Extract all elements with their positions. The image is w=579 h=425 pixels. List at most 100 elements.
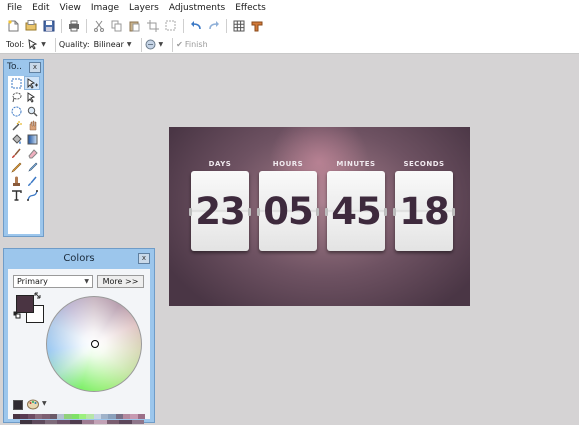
palette-swatch[interactable] bbox=[20, 420, 33, 424]
open-icon[interactable] bbox=[25, 20, 37, 32]
grid-icon[interactable] bbox=[233, 20, 245, 32]
palette-row bbox=[13, 414, 145, 419]
toolbar-divider bbox=[140, 37, 142, 52]
palette-swatch[interactable] bbox=[34, 414, 43, 419]
toolbar-divider bbox=[172, 37, 174, 52]
colors-window: Colors x Primary ▼ More >> ▼ bbox=[3, 248, 155, 424]
magic-wand-icon[interactable] bbox=[8, 118, 24, 132]
palette-swatch[interactable] bbox=[57, 420, 70, 424]
palette-swatch[interactable] bbox=[130, 414, 138, 419]
colors-close-button[interactable]: x bbox=[138, 253, 150, 264]
hours-card: 05 bbox=[257, 171, 319, 251]
palette-swatch[interactable] bbox=[106, 420, 120, 424]
move-selection-icon[interactable] bbox=[24, 90, 40, 104]
primary-color-swatch[interactable] bbox=[16, 295, 34, 313]
toolbar-divider bbox=[226, 19, 227, 33]
tools-close-button[interactable]: x bbox=[29, 61, 41, 73]
blend-mode-icon bbox=[145, 39, 156, 50]
pan-icon[interactable] bbox=[24, 118, 40, 132]
palette-swatch[interactable] bbox=[71, 414, 79, 419]
add-to-palette-swatch[interactable] bbox=[13, 400, 23, 410]
undo-icon[interactable] bbox=[190, 20, 202, 32]
palette-swatch[interactable] bbox=[119, 420, 132, 424]
menu-edit[interactable]: Edit bbox=[26, 0, 53, 16]
minutes-value: 45 bbox=[331, 189, 381, 233]
days-card: 23 bbox=[189, 171, 251, 251]
tools-title-bar[interactable]: To.. x bbox=[4, 60, 43, 74]
menu-adjustments[interactable]: Adjustments bbox=[163, 0, 229, 16]
ruler-icon[interactable] bbox=[251, 20, 263, 32]
palette-swatch[interactable] bbox=[86, 414, 94, 419]
move-selected-pixels-icon[interactable] bbox=[24, 76, 40, 90]
paint-bucket-icon[interactable] bbox=[8, 132, 24, 146]
main-toolbar bbox=[0, 16, 579, 36]
redo-icon[interactable] bbox=[208, 20, 220, 32]
menu-view[interactable]: View bbox=[54, 0, 85, 16]
palette-swatch[interactable] bbox=[20, 414, 28, 419]
palette-swatch[interactable] bbox=[108, 414, 116, 419]
menu-file[interactable]: File bbox=[0, 0, 26, 16]
color-mode-select[interactable]: Primary ▼ bbox=[13, 275, 93, 288]
print-icon[interactable] bbox=[68, 20, 80, 32]
color-picker-icon[interactable] bbox=[24, 160, 40, 174]
menu-image[interactable]: Image bbox=[85, 0, 123, 16]
chevron-down-icon: ▼ bbox=[126, 41, 132, 48]
palette-swatch[interactable] bbox=[56, 414, 65, 419]
more-button[interactable]: More >> bbox=[97, 275, 144, 288]
lasso-select-icon[interactable] bbox=[8, 90, 24, 104]
text-icon[interactable] bbox=[8, 188, 24, 202]
deselect-icon[interactable] bbox=[165, 20, 177, 32]
menu-layers[interactable]: Layers bbox=[123, 0, 163, 16]
palette-swatch[interactable] bbox=[78, 414, 87, 419]
line-curve-icon[interactable] bbox=[24, 188, 40, 202]
recolor-icon[interactable] bbox=[24, 174, 40, 188]
paste-icon[interactable] bbox=[129, 20, 141, 32]
palette-swatch[interactable] bbox=[94, 420, 107, 424]
palette-swatch[interactable] bbox=[137, 414, 145, 419]
clone-stamp-icon[interactable] bbox=[8, 174, 24, 188]
zoom-icon[interactable] bbox=[24, 104, 40, 118]
palette-swatch[interactable] bbox=[42, 414, 50, 419]
palette-swatch[interactable] bbox=[32, 420, 45, 424]
palette-swatch[interactable] bbox=[69, 420, 83, 424]
palette-swatch[interactable] bbox=[44, 420, 58, 424]
ellipse-select-icon[interactable] bbox=[8, 104, 24, 118]
palette-swatch[interactable] bbox=[27, 414, 35, 419]
palette-swatch[interactable] bbox=[64, 414, 72, 419]
finish-button[interactable]: ✔ Finish bbox=[176, 40, 207, 49]
menu-effects[interactable]: Effects bbox=[229, 0, 270, 16]
tool-dropdown[interactable]: ▼ bbox=[28, 39, 46, 50]
palette-swatch[interactable] bbox=[131, 420, 145, 424]
colors-title-bar[interactable]: Colors x bbox=[4, 249, 154, 267]
chevron-down-icon: ▼ bbox=[84, 278, 89, 285]
blend-mode-dropdown[interactable]: ▼ bbox=[145, 39, 163, 50]
palette-row-secondary bbox=[20, 420, 145, 424]
card-hinge bbox=[325, 208, 328, 216]
palette-swatch[interactable] bbox=[82, 420, 95, 424]
paintbrush-icon[interactable] bbox=[8, 146, 24, 160]
palette-swatch[interactable] bbox=[115, 414, 123, 419]
palette-swatch[interactable] bbox=[122, 414, 131, 419]
cut-icon[interactable] bbox=[93, 20, 105, 32]
card-hinge bbox=[316, 208, 319, 216]
swap-colors-icon[interactable] bbox=[34, 292, 42, 303]
palette-swatch[interactable] bbox=[13, 414, 21, 419]
copy-icon[interactable] bbox=[111, 20, 123, 32]
new-image-icon[interactable] bbox=[7, 20, 19, 32]
palette-swatch[interactable] bbox=[49, 414, 57, 419]
color-wheel[interactable] bbox=[46, 296, 142, 392]
toolbar-divider bbox=[86, 19, 87, 33]
image-canvas[interactable]: DAYS HOURS MINUTES SECONDS 23 05 45 18 bbox=[169, 127, 470, 306]
palette-swatch[interactable] bbox=[93, 414, 101, 419]
color-wheel-cursor[interactable] bbox=[91, 340, 99, 348]
rectangle-select-icon[interactable] bbox=[8, 76, 24, 90]
eraser-icon[interactable] bbox=[24, 146, 40, 160]
crop-icon[interactable] bbox=[147, 20, 159, 32]
save-icon[interactable] bbox=[43, 20, 55, 32]
gradient-icon[interactable] bbox=[24, 132, 40, 146]
pencil-icon[interactable] bbox=[8, 160, 24, 174]
palette-icon[interactable] bbox=[27, 399, 39, 413]
quality-dropdown[interactable]: Bilinear ▼ bbox=[94, 40, 132, 49]
palette-swatch[interactable] bbox=[100, 414, 109, 419]
chevron-down-icon[interactable]: ▼ bbox=[42, 400, 47, 407]
